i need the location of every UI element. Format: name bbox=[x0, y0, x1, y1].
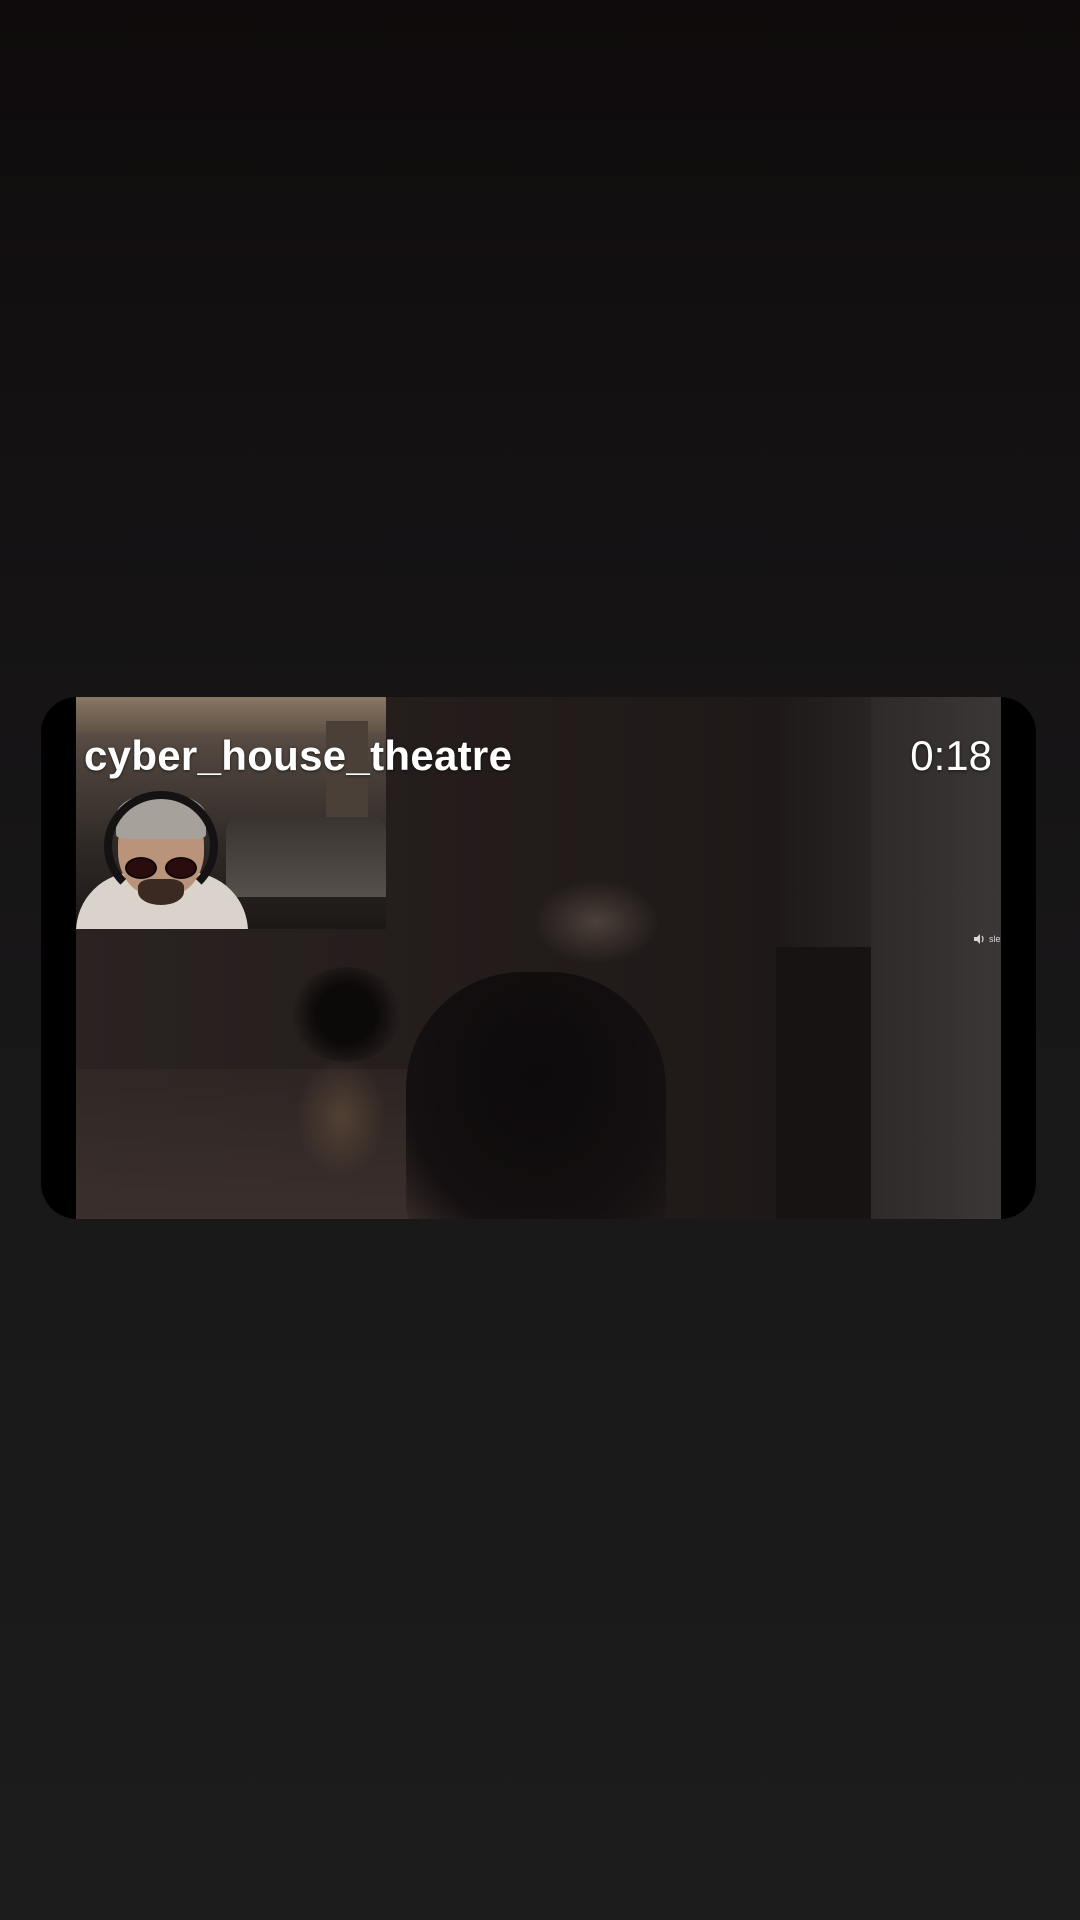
webcam-person-beard bbox=[138, 879, 184, 905]
webcam-glasses-left bbox=[125, 857, 157, 879]
scene-person-body bbox=[406, 972, 666, 1219]
elapsed-time: 0:18 bbox=[910, 732, 992, 779]
scene-doorway bbox=[776, 947, 871, 1219]
volume-hint[interactable]: sle bbox=[974, 933, 1001, 945]
channel-name[interactable]: cyber_house_theatre bbox=[84, 732, 512, 780]
speaker-icon bbox=[974, 934, 984, 944]
scene-highlight bbox=[296, 1057, 386, 1177]
video-viewer-screen: cyber_house_theatre 0:18 sle bbox=[0, 0, 1080, 1920]
volume-hint-label: sle bbox=[989, 934, 1001, 944]
webcam-glasses-right bbox=[165, 857, 197, 879]
webcam-couch bbox=[226, 817, 386, 897]
scene-person-head bbox=[291, 967, 401, 1062]
